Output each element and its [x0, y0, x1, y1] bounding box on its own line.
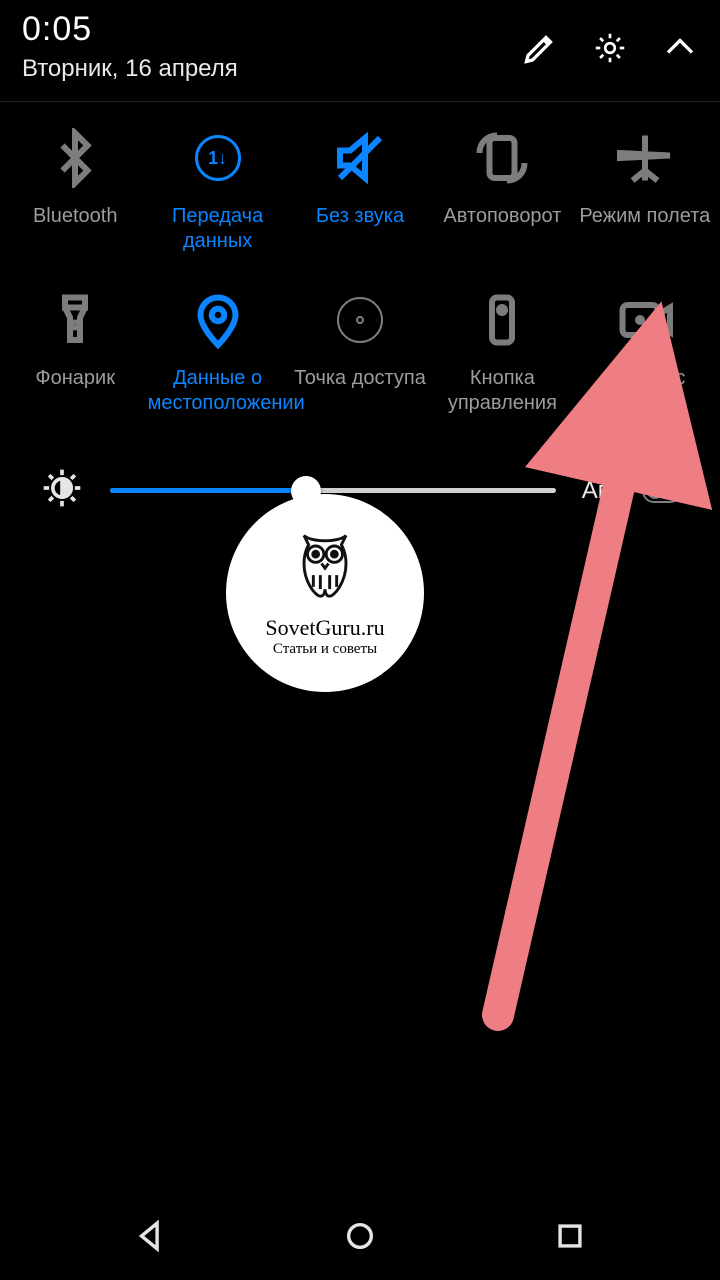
tile-label: Запись с экрана — [575, 366, 715, 416]
tile-label: Передача данных — [148, 204, 288, 254]
tile-label: Без звука — [316, 204, 404, 229]
toggle-switch — [642, 479, 682, 503]
tile-airplane[interactable]: Режим полета — [574, 128, 716, 254]
collapse-panel-button[interactable] — [662, 30, 698, 71]
back-icon — [133, 1219, 167, 1253]
quick-settings-grid: Bluetooth 1↓ Передача данных Без звука А… — [0, 120, 720, 436]
system-navigation-bar — [0, 1192, 720, 1280]
bluetooth-icon — [45, 128, 105, 188]
tile-hotspot[interactable]: Точка доступа — [289, 290, 431, 416]
tile-flashlight[interactable]: Фонарик — [4, 290, 146, 416]
sound-off-icon — [330, 128, 390, 188]
chevron-up-icon — [662, 30, 698, 66]
location-icon — [188, 290, 248, 350]
tile-mobile-data[interactable]: 1↓ Передача данных — [146, 128, 288, 254]
status-header: 0:05 Вторник, 16 апреля — [0, 0, 720, 97]
tile-autorotate[interactable]: Автоповорот — [431, 128, 573, 254]
tile-bluetooth[interactable]: Bluetooth — [4, 128, 146, 254]
settings-button[interactable] — [592, 30, 628, 71]
brightness-icon — [40, 466, 84, 515]
edit-tiles-button[interactable] — [522, 30, 558, 71]
gear-icon — [592, 30, 628, 66]
tile-label: Данные о местоположении — [148, 366, 288, 416]
watermark-badge: SovetGuru.ru Статьи и советы — [226, 494, 424, 692]
data-transfer-icon: 1↓ — [195, 135, 241, 181]
status-date: Вторник, 16 апреля — [22, 55, 238, 83]
recent-icon — [553, 1219, 587, 1253]
airplane-icon — [615, 128, 675, 188]
tile-label: Bluetooth — [33, 204, 118, 229]
nav-home-button[interactable] — [300, 1219, 420, 1253]
tile-label: Режим полета — [579, 204, 710, 229]
divider — [0, 101, 720, 102]
home-icon — [343, 1219, 377, 1253]
flashlight-icon — [45, 290, 105, 350]
nav-recent-button[interactable] — [510, 1219, 630, 1253]
remote-icon — [472, 290, 532, 350]
tile-screen-record[interactable]: Запись с экрана — [574, 290, 716, 416]
tile-label: Кнопка управления — [432, 366, 572, 416]
owl-icon — [290, 528, 360, 611]
tile-label: Автоповорот — [443, 204, 561, 229]
screen-record-icon — [615, 290, 675, 350]
auto-brightness-toggle[interactable]: Авто — [582, 477, 700, 505]
watermark-title: SovetGuru.ru — [265, 615, 384, 641]
tile-location[interactable]: Данные о местоположении — [146, 290, 288, 416]
nav-back-button[interactable] — [90, 1219, 210, 1253]
tile-silent[interactable]: Без звука — [289, 128, 431, 254]
tile-remote[interactable]: Кнопка управления — [431, 290, 573, 416]
edit-icon — [522, 30, 558, 66]
tile-label: Точка доступа — [294, 366, 426, 391]
auto-brightness-label: Авто — [582, 477, 634, 505]
tile-label: Фонарик — [35, 366, 115, 391]
status-time: 0:05 — [22, 10, 238, 49]
watermark-subtitle: Статьи и советы — [273, 641, 377, 658]
auto-rotate-icon — [472, 128, 532, 188]
hotspot-icon — [337, 297, 383, 343]
